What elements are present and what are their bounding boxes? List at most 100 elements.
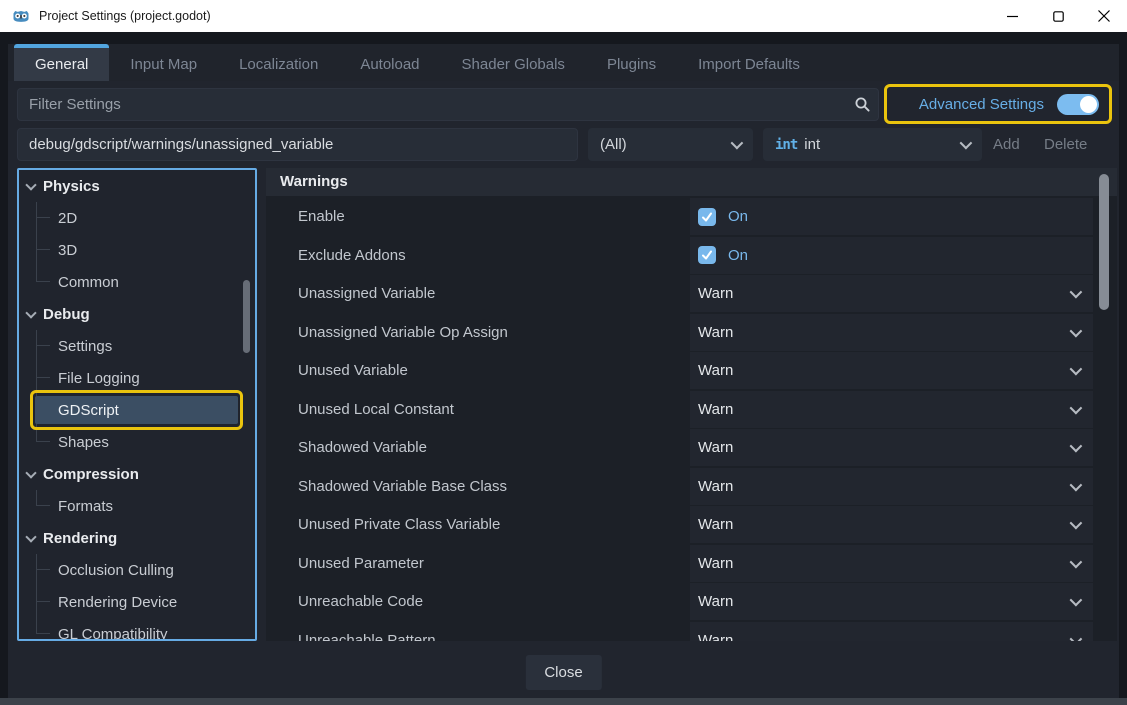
- property-value-dropdown[interactable]: Warn: [690, 314, 1093, 351]
- checkbox-checked-icon[interactable]: [698, 208, 716, 226]
- tree-connector: [36, 490, 50, 506]
- property-value-dropdown[interactable]: Warn: [690, 545, 1093, 582]
- property-bar: (All) int int Add Delete: [8, 128, 1119, 161]
- inspector-scrollbar-thumb[interactable]: [1099, 174, 1109, 310]
- tree-item-settings[interactable]: Settings: [19, 330, 255, 362]
- tree-connector: [36, 378, 37, 394]
- dropdown-value: Warn: [698, 478, 733, 495]
- chevron-down-icon: [1070, 478, 1083, 491]
- tree-item-common[interactable]: Common: [19, 266, 255, 298]
- dropdown-value: Warn: [698, 516, 733, 533]
- filter-row: Advanced Settings: [8, 88, 1119, 121]
- content-area: Physics 2D 3D Common Debug Settings File…: [8, 168, 1119, 641]
- tree-item-shapes[interactable]: Shapes: [19, 426, 255, 458]
- close-icon: [1098, 10, 1110, 22]
- tree-category-compression[interactable]: Compression: [19, 458, 255, 490]
- tree-item-3d[interactable]: 3D: [19, 234, 255, 266]
- inspector-panel: Warnings Enable On Exclude Addons On Una…: [266, 168, 1117, 641]
- property-label: Enable: [298, 198, 345, 235]
- checkbox-checked-icon[interactable]: [698, 246, 716, 264]
- tree-connector: [36, 202, 50, 218]
- tree-connector: [36, 602, 37, 618]
- tree-category-physics[interactable]: Physics: [19, 170, 255, 202]
- tree-item-gl-compatibility[interactable]: GL Compatibility: [19, 618, 255, 641]
- settings-tree-panel: Physics 2D 3D Common Debug Settings File…: [17, 168, 257, 641]
- chevron-down-icon: [1070, 324, 1083, 337]
- property-value-dropdown[interactable]: Warn: [690, 506, 1093, 543]
- add-button[interactable]: Add: [993, 128, 1020, 161]
- property-value-dropdown[interactable]: Warn: [690, 583, 1093, 620]
- tree-item-rendering-device[interactable]: Rendering Device: [19, 586, 255, 618]
- tree-category-debug[interactable]: Debug: [19, 298, 255, 330]
- minimize-icon: [1007, 11, 1018, 22]
- tab-autoload[interactable]: Autoload: [339, 44, 440, 81]
- tree-item-occlusion-culling[interactable]: Occlusion Culling: [19, 554, 255, 586]
- chevron-expanded-icon: [25, 467, 36, 478]
- property-value-dropdown[interactable]: Warn: [690, 468, 1093, 505]
- close-window-button[interactable]: [1081, 0, 1127, 32]
- property-value-dropdown[interactable]: Warn: [690, 622, 1093, 642]
- checkbox-state-label: On: [728, 208, 748, 225]
- tree-item-formats[interactable]: Formats: [19, 490, 255, 522]
- tab-general[interactable]: General: [14, 44, 109, 81]
- tree-connector: [36, 618, 50, 634]
- chevron-down-icon: [1070, 555, 1083, 568]
- property-value-dropdown[interactable]: Warn: [690, 352, 1093, 389]
- type-value: int: [804, 136, 820, 153]
- search-icon: [854, 96, 871, 113]
- tree-item-2d[interactable]: 2D: [19, 202, 255, 234]
- chevron-down-icon: [1070, 632, 1083, 641]
- tree-scrollbar-thumb[interactable]: [243, 280, 250, 353]
- advanced-settings-toggle[interactable]: [1057, 94, 1099, 115]
- tree-item-file-logging[interactable]: File Logging: [19, 362, 255, 394]
- property-path-input[interactable]: [17, 128, 578, 161]
- property-value-dropdown[interactable]: Warn: [690, 429, 1093, 466]
- tree-connector: [36, 362, 50, 378]
- filter-settings-input[interactable]: [17, 88, 879, 121]
- tree-connector: [36, 554, 50, 570]
- property-row-unused-variable: Unused Variable Warn: [266, 352, 1117, 389]
- tree-connector: [36, 266, 50, 282]
- delete-button[interactable]: Delete: [1044, 128, 1087, 161]
- chevron-expanded-icon: [25, 307, 36, 318]
- tab-plugins[interactable]: Plugins: [586, 44, 677, 81]
- tab-import-defaults[interactable]: Import Defaults: [677, 44, 821, 81]
- property-label: Exclude Addons: [298, 237, 406, 274]
- dropdown-value: Warn: [698, 555, 733, 572]
- type-dropdown[interactable]: int int: [763, 128, 982, 161]
- dropdown-value: Warn: [698, 401, 733, 418]
- title-bar: Project Settings (project.godot): [0, 0, 1127, 32]
- maximize-button[interactable]: [1035, 0, 1081, 32]
- property-row-enable: Enable On: [266, 198, 1117, 235]
- chevron-down-icon: [1070, 440, 1083, 453]
- tree-connector: [36, 586, 50, 602]
- property-value-cell: On: [690, 198, 1093, 235]
- chevron-expanded-icon: [25, 179, 36, 190]
- property-row-unreachable-code: Unreachable Code Warn: [266, 583, 1117, 620]
- window-bottom-edge: [0, 698, 1127, 705]
- section-header: Warnings: [266, 168, 1117, 196]
- tab-input-map[interactable]: Input Map: [109, 44, 218, 81]
- tab-shader-globals[interactable]: Shader Globals: [441, 44, 586, 81]
- tab-localization[interactable]: Localization: [218, 44, 339, 81]
- tree-connector: [36, 570, 37, 586]
- property-row-unassigned-variable: Unassigned Variable Warn: [266, 275, 1117, 312]
- close-button[interactable]: Close: [525, 655, 601, 690]
- tree-category-rendering[interactable]: Rendering: [19, 522, 255, 554]
- dropdown-value: Warn: [698, 632, 733, 642]
- feature-filter-dropdown[interactable]: (All): [588, 128, 753, 161]
- project-settings-window: Project Settings (project.godot) General…: [0, 0, 1127, 705]
- property-value-dropdown[interactable]: Warn: [690, 275, 1093, 312]
- property-label: Unused Private Class Variable: [298, 506, 500, 543]
- dropdown-value: Warn: [698, 439, 733, 456]
- advanced-settings-label[interactable]: Advanced Settings: [919, 96, 1044, 113]
- tree-item-gdscript[interactable]: GDScript: [19, 394, 255, 426]
- tree-connector: [36, 346, 37, 362]
- minimize-button[interactable]: [989, 0, 1035, 32]
- property-value-cell: On: [690, 237, 1093, 274]
- chevron-down-icon: [1070, 286, 1083, 299]
- chevron-down-icon: [1070, 594, 1083, 607]
- property-value-dropdown[interactable]: Warn: [690, 391, 1093, 428]
- dropdown-value: Warn: [698, 593, 733, 610]
- chevron-down-icon: [1070, 401, 1083, 414]
